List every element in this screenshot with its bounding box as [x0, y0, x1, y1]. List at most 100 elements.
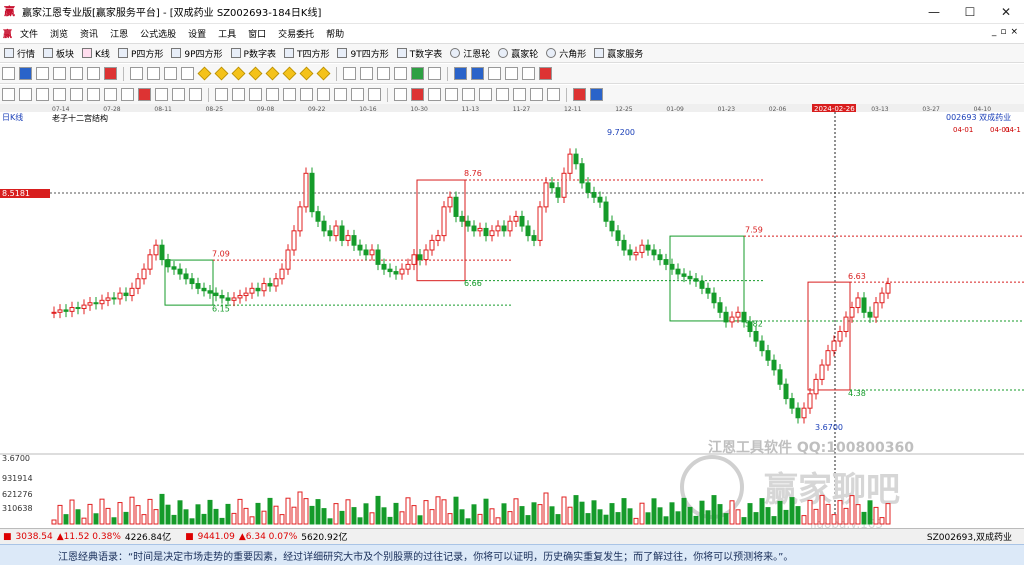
- diamond-7-icon[interactable]: [299, 66, 314, 81]
- layout-icon[interactable]: [2, 67, 15, 80]
- tool-27-icon[interactable]: [462, 88, 475, 101]
- arc-icon[interactable]: [121, 88, 134, 101]
- print-icon[interactable]: [428, 67, 441, 80]
- kline-chart-panel[interactable]: 07-14 07-28 08-11 08-25 09-08 09-22 10-16 10-30…: [0, 104, 1024, 532]
- chart-icon[interactable]: [505, 67, 518, 80]
- diamond-4-icon[interactable]: [248, 66, 263, 81]
- menu-window[interactable]: 窗口: [242, 27, 272, 40]
- angle-icon[interactable]: [189, 88, 202, 101]
- kline-chart[interactable]: 07-14 07-28 08-11 08-25 09-08 09-22 10-16 10-30…: [0, 104, 1024, 531]
- tool-28-icon[interactable]: [479, 88, 492, 101]
- menu-browse[interactable]: 浏览: [44, 27, 74, 40]
- toolbar-hexagon-button[interactable]: 六角形: [546, 47, 586, 60]
- mark-icon[interactable]: [411, 67, 424, 80]
- menu-help[interactable]: 帮助: [320, 27, 350, 40]
- toolbar-winner-wheel-button[interactable]: 赢家轮: [498, 47, 538, 60]
- minimize-button[interactable]: —: [916, 0, 952, 24]
- menu-trade[interactable]: 交易委托: [272, 27, 320, 40]
- toolbar-kline-button[interactable]: K线: [82, 47, 110, 60]
- save-icon[interactable]: [471, 67, 484, 80]
- menu-formula[interactable]: 公式选股: [134, 27, 182, 40]
- diamond-5-icon[interactable]: [265, 66, 280, 81]
- tool-19-icon[interactable]: [317, 88, 330, 101]
- toolbar-9t-square-button[interactable]: 9T四方形: [337, 47, 389, 60]
- zoom-in-icon[interactable]: [377, 67, 390, 80]
- menu-tools[interactable]: 工具: [212, 27, 242, 40]
- tool-15-icon[interactable]: [249, 88, 262, 101]
- tool-16-icon[interactable]: [266, 88, 279, 101]
- tool-14-icon[interactable]: [232, 88, 245, 101]
- toolbar-gann-wheel-button[interactable]: 江恩轮: [450, 47, 490, 60]
- tool-26-icon[interactable]: [445, 88, 458, 101]
- toolbar-p-table-button[interactable]: P数字表: [230, 47, 276, 60]
- maximize-button[interactable]: ☐: [952, 0, 988, 24]
- crosshair-icon[interactable]: [360, 67, 373, 80]
- tool-32-icon[interactable]: [547, 88, 560, 101]
- first-icon[interactable]: [130, 67, 143, 80]
- current-symbol[interactable]: SZ002693,双成药业: [927, 530, 1012, 543]
- tool-23-icon[interactable]: [394, 88, 407, 101]
- cycle-icon[interactable]: [172, 88, 185, 101]
- circle-icon[interactable]: [138, 88, 151, 101]
- tool-21-icon[interactable]: [351, 88, 364, 101]
- toolbar-9p-square-button[interactable]: 9P四方形: [171, 47, 223, 60]
- diamond-6-icon[interactable]: [282, 66, 297, 81]
- toolbar-blocks-button[interactable]: 板块: [43, 47, 74, 60]
- toolbar-quotes-button[interactable]: 行情: [4, 47, 35, 60]
- tag-icon[interactable]: [53, 67, 66, 80]
- fan-icon[interactable]: [104, 88, 117, 101]
- tool-22-icon[interactable]: [368, 88, 381, 101]
- toolbar-t-table-button[interactable]: T数字表: [396, 47, 442, 60]
- tool-25-icon[interactable]: [428, 88, 441, 101]
- diamond-8-icon[interactable]: [316, 66, 331, 81]
- diamond-2-icon[interactable]: [214, 66, 229, 81]
- mdi-close-button[interactable]: ×: [1010, 27, 1018, 37]
- tool-30-icon[interactable]: [513, 88, 526, 101]
- prev-icon[interactable]: [147, 67, 160, 80]
- tool-17-icon[interactable]: [283, 88, 296, 101]
- close-button[interactable]: ✕: [988, 0, 1024, 24]
- calendar-icon[interactable]: [488, 67, 501, 80]
- flag-icon[interactable]: [104, 67, 117, 80]
- sh-index[interactable]: 3038.54: [16, 532, 53, 542]
- tool-20-icon[interactable]: [334, 88, 347, 101]
- menu-gann[interactable]: 江恩: [104, 27, 134, 40]
- table-icon[interactable]: [454, 67, 467, 80]
- hline-icon[interactable]: [19, 88, 32, 101]
- right-icon[interactable]: [181, 67, 194, 80]
- channel-icon[interactable]: [70, 88, 83, 101]
- menu-file[interactable]: 文件: [14, 27, 44, 40]
- left-icon[interactable]: [164, 67, 177, 80]
- tool-29-icon[interactable]: [496, 88, 509, 101]
- diamond-1-icon[interactable]: [197, 66, 212, 81]
- menu-info[interactable]: 资讯: [74, 27, 104, 40]
- tool-31-icon[interactable]: [530, 88, 543, 101]
- vline-icon[interactable]: [2, 88, 15, 101]
- menu-settings[interactable]: 设置: [182, 27, 212, 40]
- fraction-icon[interactable]: [19, 67, 32, 80]
- hand-icon[interactable]: [343, 67, 356, 80]
- toolbar-service-button[interactable]: 赢家服务: [594, 47, 643, 60]
- bars-icon[interactable]: [36, 67, 49, 80]
- mdi-minimize-button[interactable]: _: [992, 27, 997, 37]
- alert-icon[interactable]: [539, 67, 552, 80]
- app-menu-icon[interactable]: 赢: [3, 27, 12, 40]
- ray-icon[interactable]: [36, 88, 49, 101]
- diamond-3-icon[interactable]: [231, 66, 246, 81]
- fib-icon[interactable]: [87, 88, 100, 101]
- toolbar-p-square-button[interactable]: P四方形: [117, 47, 163, 60]
- mdi-restore-button[interactable]: ▫: [1000, 27, 1006, 37]
- palette-icon[interactable]: [573, 88, 586, 101]
- zoom-out-icon[interactable]: [394, 67, 407, 80]
- trend-icon[interactable]: [53, 88, 66, 101]
- sz-index[interactable]: 9441.09: [198, 532, 235, 542]
- tool-13-icon[interactable]: [215, 88, 228, 101]
- toolbar-t-square-button[interactable]: T四方形: [283, 47, 329, 60]
- box-icon[interactable]: [155, 88, 168, 101]
- plus-icon[interactable]: [87, 67, 100, 80]
- tool-24-icon[interactable]: [411, 88, 424, 101]
- tool-18-icon[interactable]: [300, 88, 313, 101]
- infinity-icon[interactable]: [590, 88, 603, 101]
- zero-icon[interactable]: [70, 67, 83, 80]
- link-icon[interactable]: [522, 67, 535, 80]
